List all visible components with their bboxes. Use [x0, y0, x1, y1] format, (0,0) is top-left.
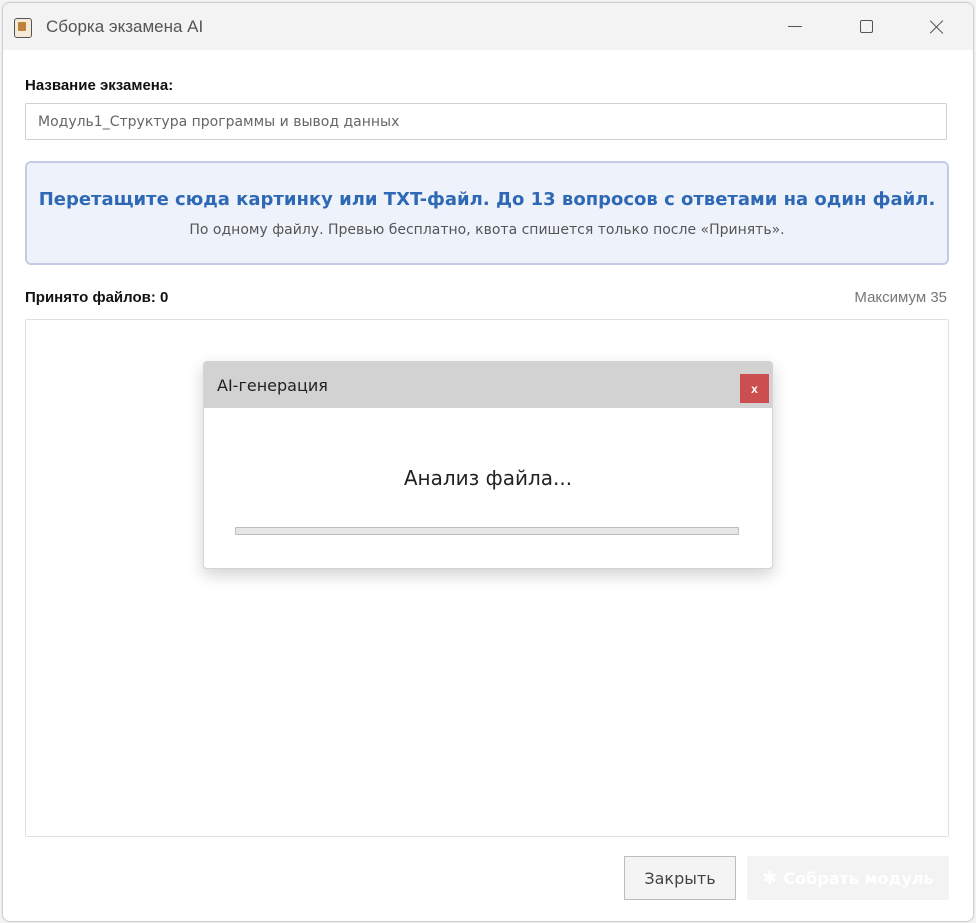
minimize-icon	[788, 26, 802, 27]
exam-app-icon	[14, 18, 32, 38]
maximize-icon	[859, 20, 873, 33]
window-close-button[interactable]	[902, 3, 972, 50]
close-icon	[929, 19, 945, 35]
maximize-button[interactable]	[831, 3, 901, 50]
minimize-button[interactable]	[760, 3, 830, 50]
dialog-header[interactable]: AI-генерация x	[204, 362, 772, 408]
title-bar[interactable]: Сборка экзамена AI	[3, 3, 973, 50]
close-button[interactable]: Закрыть	[624, 856, 736, 900]
window-title: Сборка экзамена AI	[46, 17, 204, 36]
accepted-files-count: Принято файлов: 0	[25, 289, 169, 306]
dialog-title: AI-генерация	[217, 376, 328, 395]
exam-name-label: Название экзамена:	[25, 77, 174, 94]
puzzle-icon: ✱	[762, 867, 778, 889]
dropzone-subtitle: По одному файлу. Превью бесплатно, квота…	[189, 222, 785, 238]
dropzone-title: Перетащите сюда картинку или TXT-файл. Д…	[38, 189, 936, 210]
file-dropzone[interactable]: Перетащите сюда картинку или TXT-файл. Д…	[25, 161, 949, 265]
dialog-close-button[interactable]: x	[740, 374, 769, 403]
build-module-label: Собрать модуль	[783, 868, 934, 888]
analysis-progress-bar	[235, 527, 739, 535]
app-window: Сборка экзамена AI Название экзамена: Пе…	[2, 2, 974, 922]
ai-generation-dialog: AI-генерация x Анализ файла...	[203, 361, 773, 569]
analysis-status: Анализ файла...	[403, 466, 573, 490]
exam-name-input[interactable]	[25, 103, 947, 140]
build-module-button[interactable]: ✱ Собрать модуль	[747, 856, 949, 900]
max-files-label: Максимум 35	[854, 289, 947, 306]
